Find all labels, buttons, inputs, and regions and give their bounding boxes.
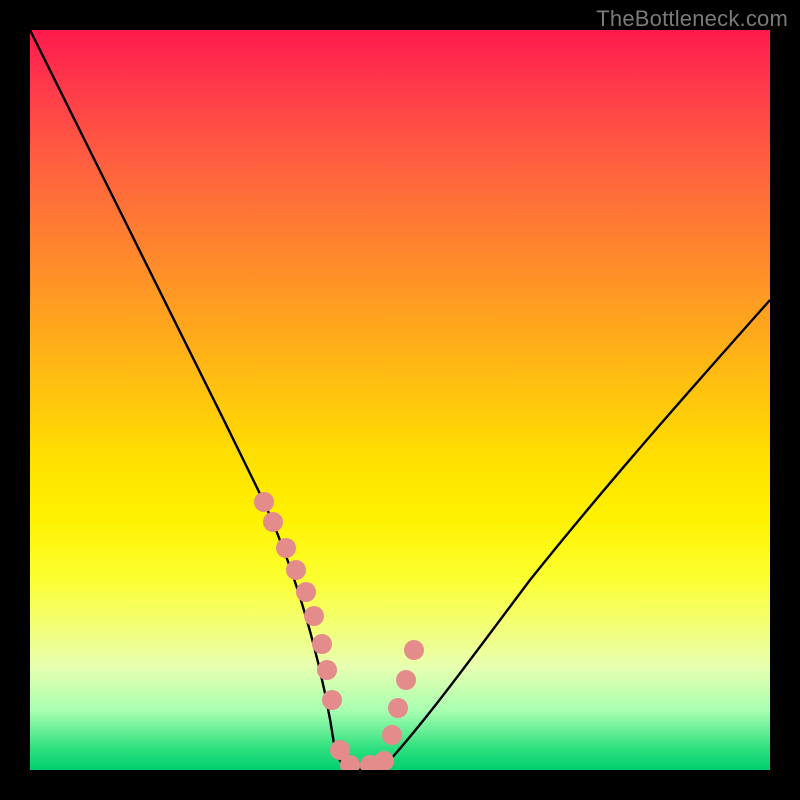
watermark-text: TheBottleneck.com bbox=[596, 6, 788, 32]
highlight-dots bbox=[254, 492, 424, 770]
curve-layer bbox=[30, 30, 770, 770]
plot-area bbox=[30, 30, 770, 770]
bottleneck-curve bbox=[30, 30, 770, 770]
chart-frame: TheBottleneck.com bbox=[0, 0, 800, 800]
